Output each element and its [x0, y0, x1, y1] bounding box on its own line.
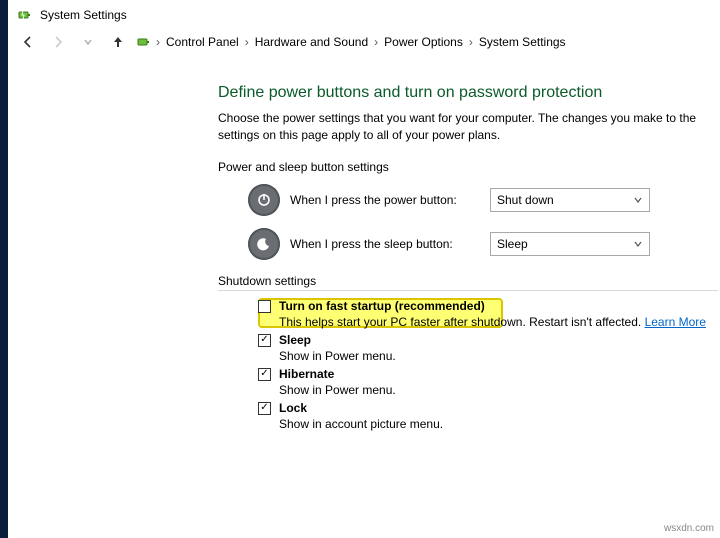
sleep-button-value: Sleep: [497, 237, 528, 251]
sleep-row: ✓ Sleep: [258, 333, 720, 347]
crumb-control-panel[interactable]: Control Panel: [164, 33, 241, 51]
chevron-right-icon[interactable]: ›: [156, 35, 160, 49]
back-button[interactable]: [16, 30, 40, 54]
hibernate-label: Hibernate: [279, 367, 334, 381]
forward-button: [46, 30, 70, 54]
power-button-label: When I press the power button:: [290, 193, 480, 207]
chevron-down-icon: [633, 195, 643, 205]
up-button[interactable]: [106, 30, 130, 54]
hibernate-row: ✓ Hibernate: [258, 367, 720, 381]
power-button-value: Shut down: [497, 193, 554, 207]
battery-icon: [136, 34, 152, 50]
chevron-right-icon[interactable]: ›: [469, 35, 473, 49]
lock-label: Lock: [279, 401, 307, 415]
hibernate-desc: Show in Power menu.: [279, 383, 720, 397]
fast-startup-label: Turn on fast startup (recommended): [279, 299, 485, 313]
lock-desc: Show in account picture menu.: [279, 417, 720, 431]
learn-more-link[interactable]: Learn More: [645, 315, 706, 329]
sleep-checkbox[interactable]: ✓: [258, 334, 271, 347]
power-icon: [248, 184, 280, 216]
recent-dropdown-icon[interactable]: [76, 30, 100, 54]
power-button-select[interactable]: Shut down: [490, 188, 650, 212]
lock-row: ✓ Lock: [258, 401, 720, 415]
chevron-right-icon[interactable]: ›: [374, 35, 378, 49]
section-power-sleep: Power and sleep button settings: [218, 160, 720, 174]
sleep-label: Sleep: [279, 333, 311, 347]
watermark: wsxdn.com: [664, 523, 714, 534]
lock-checkbox[interactable]: ✓: [258, 402, 271, 415]
battery-icon: [16, 6, 34, 24]
navbar: › Control Panel › Hardware and Sound › P…: [8, 26, 720, 64]
sleep-button-row: When I press the sleep button: Sleep: [248, 228, 720, 260]
sleep-button-label: When I press the sleep button:: [290, 237, 480, 251]
crumb-system-settings[interactable]: System Settings: [477, 33, 568, 51]
fast-startup-checkbox[interactable]: [258, 300, 271, 313]
chevron-down-icon: [633, 239, 643, 249]
content-area: Define power buttons and turn on passwor…: [8, 64, 720, 431]
hibernate-checkbox[interactable]: ✓: [258, 368, 271, 381]
fast-startup-row: Turn on fast startup (recommended): [258, 299, 720, 313]
titlebar: System Settings: [8, 0, 720, 26]
sleep-desc: Show in Power menu.: [279, 349, 720, 363]
section-shutdown: Shutdown settings: [218, 274, 718, 291]
page-subtitle: Choose the power settings that you want …: [218, 110, 720, 144]
window-title: System Settings: [40, 8, 127, 22]
page-title: Define power buttons and turn on passwor…: [218, 84, 720, 102]
fast-startup-desc: This helps start your PC faster after sh…: [279, 315, 720, 329]
crumb-hardware-sound[interactable]: Hardware and Sound: [253, 33, 370, 51]
crumb-power-options[interactable]: Power Options: [382, 33, 465, 51]
power-button-row: When I press the power button: Shut down: [248, 184, 720, 216]
sleep-button-select[interactable]: Sleep: [490, 232, 650, 256]
breadcrumb: › Control Panel › Hardware and Sound › P…: [136, 33, 568, 51]
sleep-icon: [248, 228, 280, 260]
chevron-right-icon[interactable]: ›: [245, 35, 249, 49]
